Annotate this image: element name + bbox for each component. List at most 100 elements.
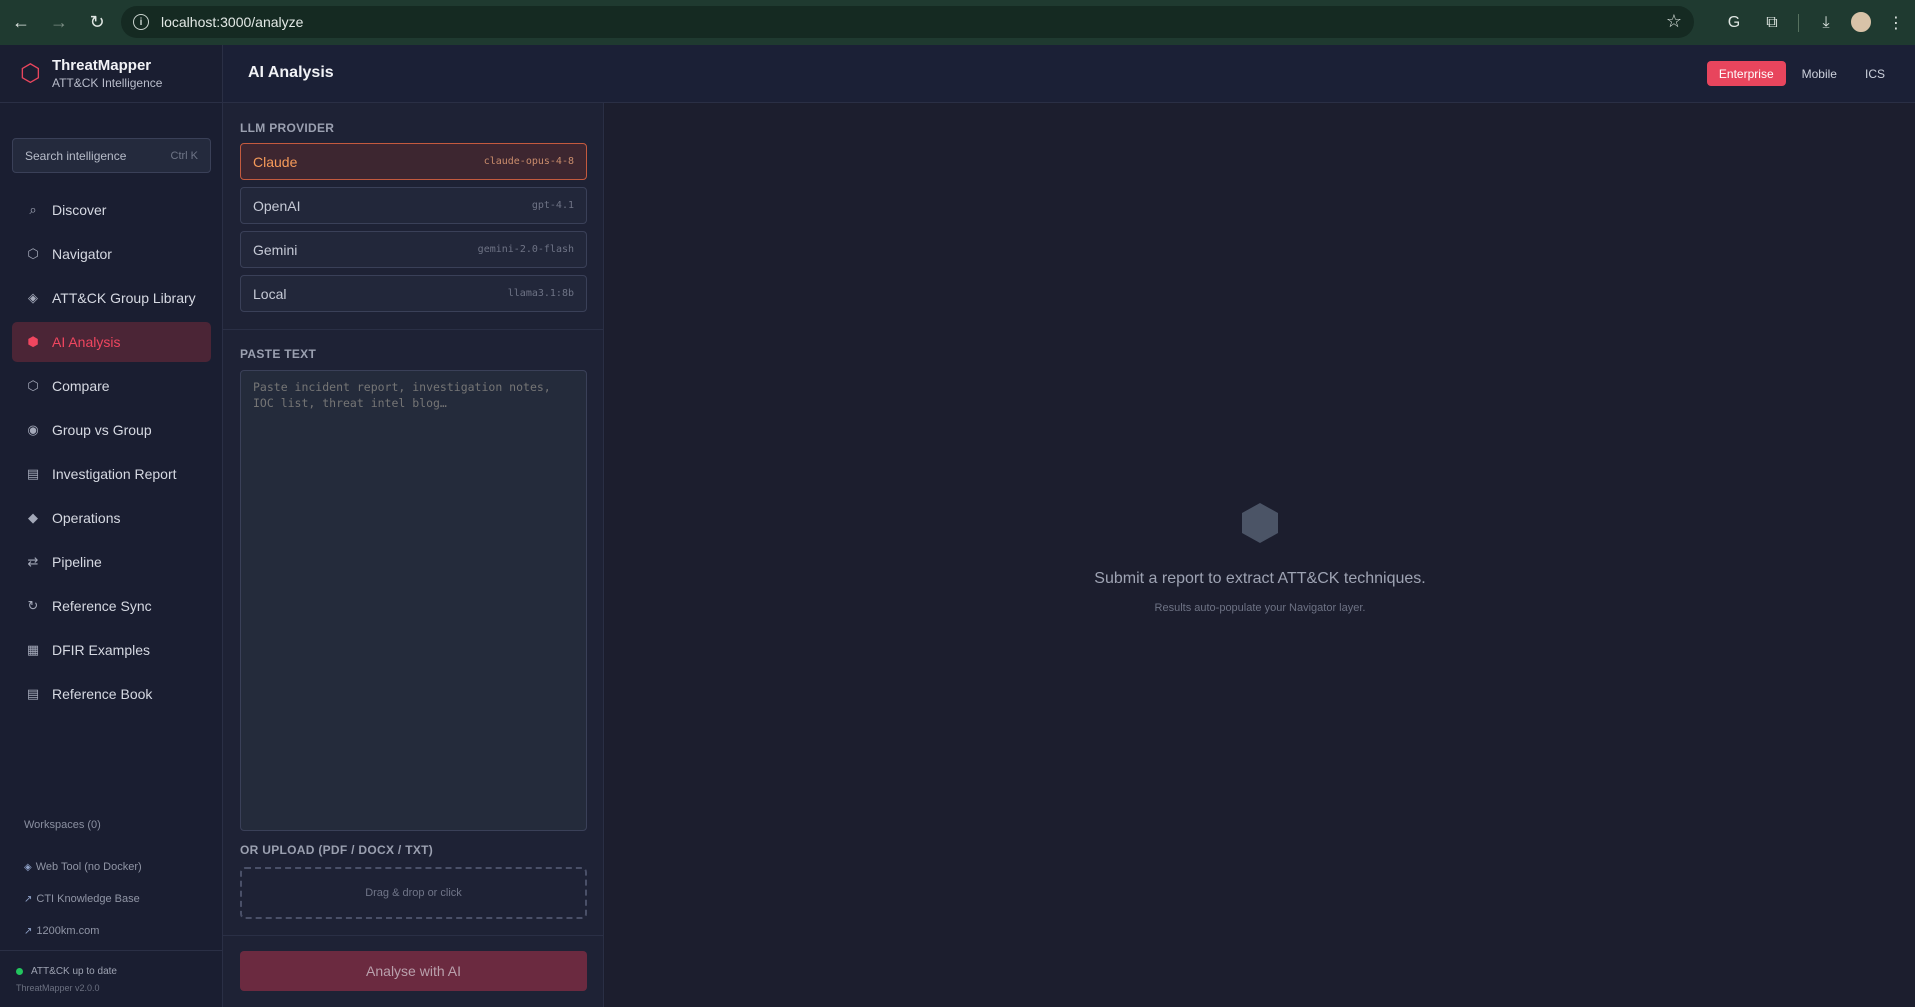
sidebar-item-label: ATT&CK Group Library xyxy=(52,290,196,306)
profile-avatar[interactable] xyxy=(1849,10,1873,34)
sidebar-item-discover[interactable]: ⌕ Discover xyxy=(12,190,211,230)
link-label: Web Tool (no Docker) xyxy=(35,861,142,873)
sidebar-item-label: Compare xyxy=(52,378,110,394)
sidebar-item-ai-analysis[interactable]: ⬢ AI Analysis xyxy=(12,322,211,362)
kebab-menu-icon[interactable]: ⋮ xyxy=(1882,9,1910,37)
sidebar-item-group-vs-group[interactable]: ◉ Group vs Group xyxy=(12,410,211,450)
sync-icon: ↻ xyxy=(27,598,39,613)
file-drop-zone[interactable]: Drag & drop or click xyxy=(240,867,587,919)
reload-icon[interactable]: ↻ xyxy=(80,6,114,40)
link-web-tool[interactable]: ◈ Web Tool (no Docker) xyxy=(24,851,142,883)
empty-state-subtext: Results auto-populate your Navigator lay… xyxy=(1154,602,1366,614)
search-input[interactable]: Search intelligence Ctrl K xyxy=(12,138,211,173)
provider-model: llama3.1:8b xyxy=(507,288,574,299)
provider-option-claude[interactable]: Claude claude-opus-4-8 xyxy=(240,143,587,180)
hexagon-outline-icon: ⬡ xyxy=(27,378,39,393)
sidebar-item-pipeline[interactable]: ⇄ Pipeline xyxy=(12,542,211,582)
workspaces-label[interactable]: Workspaces (0) xyxy=(24,819,101,831)
provider-name: Gemini xyxy=(253,241,298,258)
document-icon: ▤ xyxy=(26,466,40,481)
paste-text-label: PASTE TEXT xyxy=(240,347,317,361)
status-footer: ATT&CK up to date ThreatMapper v2.0.0 xyxy=(0,950,223,1007)
hexagon-placeholder-icon xyxy=(1242,503,1278,543)
sidebar-item-compare[interactable]: ⬡ Compare xyxy=(12,366,211,406)
sidebar-nav: ⌕ Discover ⬡ Navigator ◈ ATT&CK Group Li… xyxy=(12,190,211,718)
provider-option-gemini[interactable]: Gemini gemini-2.0-flash xyxy=(240,231,587,268)
grammarly-extension-icon[interactable]: G xyxy=(1720,9,1748,37)
link-cti-knowledge-base[interactable]: ↗ CTI Knowledge Base xyxy=(24,883,142,915)
sidebar-item-label: Pipeline xyxy=(52,554,102,570)
site-info-icon[interactable]: i xyxy=(133,14,149,30)
external-links: ◈ Web Tool (no Docker) ↗ CTI Knowledge B… xyxy=(24,851,142,947)
provider-model: claude-opus-4-8 xyxy=(483,156,574,167)
sidebar-item-label: Investigation Report xyxy=(52,466,177,482)
provider-model: gpt-4.1 xyxy=(531,200,574,211)
upload-label: OR UPLOAD (PDF / DOCX / TXT) xyxy=(240,843,434,857)
page-title: AI Analysis xyxy=(248,64,334,81)
sidebar-item-label: DFIR Examples xyxy=(52,642,151,658)
diamond-icon: ◈ xyxy=(24,861,32,873)
sidebar: ⬡ ThreatMapper ATT&CK Intelligence Searc… xyxy=(0,45,223,1007)
grid-icon: ▦ xyxy=(26,642,40,657)
browser-toolbar: ← → ↻ i localhost:3000/analyze ☆ G ⧉ ⤓ ⋮ xyxy=(0,0,1915,45)
url-text[interactable]: localhost:3000/analyze xyxy=(161,14,303,30)
brand[interactable]: ⬡ ThreatMapper ATT&CK Intelligence xyxy=(0,45,222,103)
llm-provider-label: LLM PROVIDER xyxy=(240,121,335,135)
swap-arrows-icon: ⇄ xyxy=(27,554,39,569)
sidebar-item-navigator[interactable]: ⬡ Navigator xyxy=(12,234,211,274)
analyse-button[interactable]: Analyse with AI xyxy=(240,951,587,991)
sidebar-item-label: Operations xyxy=(52,510,121,526)
sidebar-item-reference-book[interactable]: ▤ Reference Book xyxy=(12,674,211,714)
section-divider xyxy=(223,935,604,936)
drop-zone-hint: Drag & drop or click xyxy=(365,887,462,899)
empty-state: Submit a report to extract ATT&CK techni… xyxy=(605,503,1915,614)
hexagon-filled-icon: ⬢ xyxy=(27,334,39,349)
provider-name: Local xyxy=(253,285,287,302)
forward-arrow-icon[interactable]: → xyxy=(42,6,76,40)
diamond-filled-icon: ◆ xyxy=(28,510,38,525)
hexagon-logo-icon: ⬡ xyxy=(20,59,41,87)
domain-tab-ics[interactable]: ICS xyxy=(1853,61,1897,86)
provider-option-openai[interactable]: OpenAI gpt-4.1 xyxy=(240,187,587,224)
section-divider xyxy=(223,329,604,330)
search-shortcut-hint: Ctrl K xyxy=(170,149,199,162)
sidebar-item-investigation-report[interactable]: ▤ Investigation Report xyxy=(12,454,211,494)
paste-text-area[interactable] xyxy=(240,370,587,831)
domain-tab-enterprise[interactable]: Enterprise xyxy=(1706,61,1786,86)
hexagon-outline-icon: ⬡ xyxy=(27,246,39,261)
results-area: Submit a report to extract ATT&CK techni… xyxy=(605,103,1915,1007)
link-label: 1200km.com xyxy=(36,925,100,937)
sidebar-item-dfir-examples[interactable]: ▦ DFIR Examples xyxy=(12,630,211,670)
target-icon: ◉ xyxy=(27,422,39,437)
empty-state-message: Submit a report to extract ATT&CK techni… xyxy=(1094,570,1426,587)
download-icon[interactable]: ⤓ xyxy=(1812,9,1840,37)
address-bar[interactable]: i localhost:3000/analyze ☆ xyxy=(121,6,1694,38)
input-panel: LLM PROVIDER Claude claude-opus-4-8 Open… xyxy=(223,103,604,1007)
domain-tab-mobile[interactable]: Mobile xyxy=(1790,61,1849,86)
sidebar-item-operations[interactable]: ◆ Operations xyxy=(12,498,211,538)
provider-name: Claude xyxy=(253,153,298,170)
domain-switcher: Enterprise Mobile ICS xyxy=(1703,61,1897,86)
status-text: ATT&CK up to date xyxy=(31,966,117,977)
sidebar-item-label: Discover xyxy=(52,202,107,218)
sidebar-item-label: Reference Book xyxy=(52,686,153,702)
back-arrow-icon[interactable]: ← xyxy=(4,6,38,40)
external-link-icon: ↗ xyxy=(24,925,33,937)
page-header: AI Analysis Enterprise Mobile ICS xyxy=(223,45,1915,103)
bookmark-star-icon[interactable]: ☆ xyxy=(1666,11,1682,32)
extensions-puzzle-icon[interactable]: ⧉ xyxy=(1758,9,1786,37)
brand-subtitle: ATT&CK Intelligence xyxy=(51,76,163,90)
status-dot-icon xyxy=(16,968,23,975)
sidebar-item-reference-sync[interactable]: ↻ Reference Sync xyxy=(12,586,211,626)
brand-title: ThreatMapper xyxy=(51,57,152,74)
toolbar-divider xyxy=(1798,14,1799,32)
provider-option-local[interactable]: Local llama3.1:8b xyxy=(240,275,587,312)
sidebar-item-group-library[interactable]: ◈ ATT&CK Group Library xyxy=(12,278,211,318)
sidebar-item-label: AI Analysis xyxy=(52,334,121,350)
external-link-icon: ↗ xyxy=(24,893,33,905)
search-placeholder: Search intelligence xyxy=(25,148,127,163)
search-icon: ⌕ xyxy=(29,202,37,217)
link-1200km[interactable]: ↗ 1200km.com xyxy=(24,915,142,947)
link-label: CTI Knowledge Base xyxy=(36,893,140,905)
sidebar-item-label: Group vs Group xyxy=(52,422,152,438)
